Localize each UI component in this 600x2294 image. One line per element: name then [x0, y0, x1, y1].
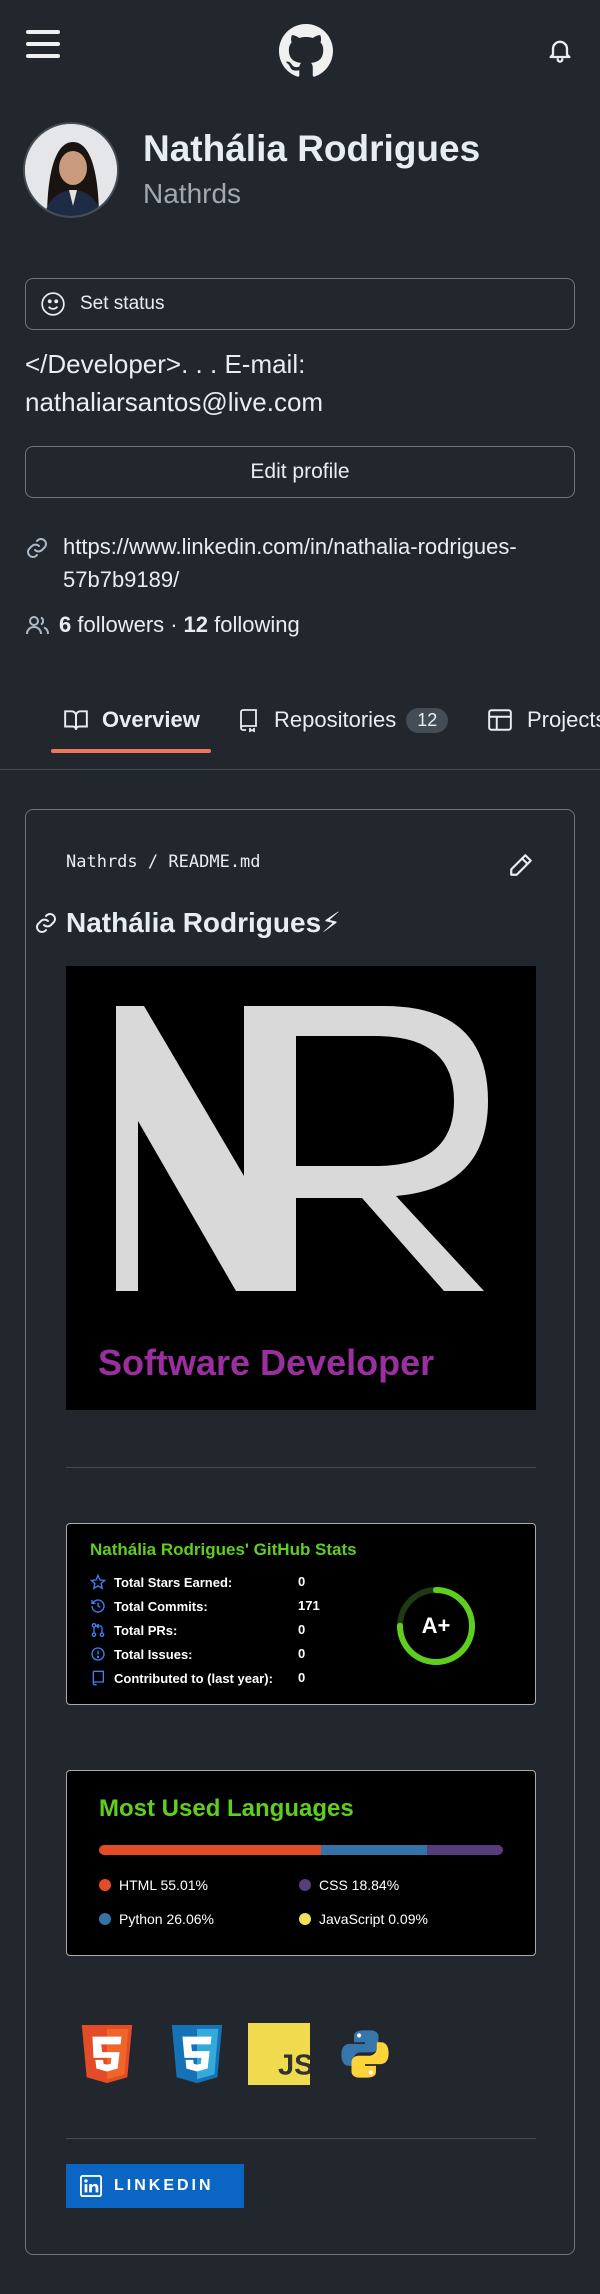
github-stats-card: Nathália Rodrigues' GitHub Stats Total S… — [66, 1523, 536, 1705]
book-icon — [64, 710, 88, 730]
language-dot-html — [99, 1879, 111, 1891]
stat-row-issues: Total Issues: — [90, 1644, 193, 1664]
language-item-python: Python 26.06% — [99, 1911, 214, 1927]
avatar-image — [25, 124, 117, 216]
language-bar-segment — [426, 1845, 503, 1855]
star-icon — [90, 1574, 106, 1590]
issue-icon — [91, 1647, 105, 1661]
top-bar — [0, 0, 600, 100]
languages-bar — [99, 1845, 503, 1855]
readme-path-separator: / — [147, 852, 159, 872]
profile-name: Nathália Rodrigues — [143, 128, 481, 169]
language-bar-segment — [321, 1845, 427, 1855]
notifications-bell-icon[interactable] — [546, 36, 574, 64]
linkedin-badge-label: LINKEDIN — [114, 2177, 214, 2194]
linkedin-badge[interactable]: LINKEDIN — [66, 2164, 244, 2208]
javascript-icon: JS — [248, 2023, 310, 2085]
python-icon — [341, 2030, 389, 2078]
hamburger-menu-icon[interactable] — [26, 30, 60, 64]
stats-title: Nathália Rodrigues' GitHub Stats — [90, 1540, 357, 1559]
readme-path-file[interactable]: README.md — [168, 852, 260, 872]
stat-value-stars: 0 — [298, 1574, 306, 1589]
language-label-html: HTML 55.01% — [119, 1877, 208, 1893]
language-label-python: Python 26.06% — [119, 1911, 214, 1927]
following-label: following — [214, 612, 300, 637]
anchor-link-icon[interactable] — [34, 911, 58, 935]
html5-icon — [81, 2024, 133, 2084]
followers-count: 6 — [59, 612, 72, 637]
tab-overview[interactable]: Overview — [62, 700, 200, 740]
stat-value-commits: 171 — [298, 1598, 320, 1613]
language-dot-css — [299, 1879, 311, 1891]
follow-separator: · — [170, 612, 178, 637]
repo-icon — [240, 709, 257, 733]
language-dot-python — [99, 1913, 111, 1925]
smiley-icon — [41, 292, 65, 316]
language-dot-javascript — [299, 1913, 311, 1925]
github-logo-icon[interactable] — [279, 24, 333, 78]
people-icon — [26, 616, 49, 635]
stat-row-contributed: Contributed to (last year): — [90, 1668, 273, 1688]
repositories-count-badge: 12 — [406, 707, 449, 733]
stat-label-contributed: Contributed to (last year): — [114, 1670, 273, 1686]
most-used-languages-card: Most Used Languages HTML 55.01% CSS 18.8… — [66, 1770, 536, 1956]
stat-row-stars: Total Stars Earned: — [90, 1572, 232, 1592]
following-link[interactable]: 12 following — [184, 612, 300, 638]
active-tab-underline — [51, 749, 211, 753]
readme-divider — [66, 1467, 536, 1468]
readme-card: Nathrds / README.md Nathália Rodrigues⚡ … — [25, 809, 575, 2255]
follow-stats: 6 followers · 12 following — [25, 612, 300, 638]
stat-row-prs: Total PRs: — [90, 1620, 177, 1640]
tab-projects-label: Projects — [527, 707, 600, 732]
link-icon — [27, 538, 47, 558]
nr-banner-image: Software Developer — [66, 966, 536, 1410]
profile-tabs: Overview Repositories 12 Projects — [0, 688, 600, 770]
stat-label-commits: Total Commits: — [114, 1598, 208, 1614]
nr-logo — [116, 1006, 488, 1291]
readme-heading: Nathália Rodrigues⚡ — [34, 906, 341, 939]
tab-repositories[interactable]: Repositories 12 — [236, 700, 449, 740]
history-icon — [91, 1599, 105, 1613]
stat-label-issues: Total Issues: — [114, 1646, 193, 1662]
tab-projects[interactable]: Projects — [487, 700, 600, 740]
profile-bio: </Developer>. . . E-mail: nathaliarsanto… — [25, 349, 324, 417]
language-bar-segment — [99, 1845, 322, 1855]
profile-login: Nathrds — [143, 178, 242, 209]
website-link[interactable]: https://www.linkedin.com/in/nathalia-rod… — [63, 530, 563, 596]
stat-label-prs: Total PRs: — [114, 1622, 178, 1638]
stat-value-prs: 0 — [298, 1622, 306, 1637]
pull-request-icon — [91, 1623, 105, 1637]
language-label-css: CSS 18.84% — [319, 1877, 400, 1893]
stat-value-issues: 0 — [298, 1646, 306, 1661]
language-item-javascript: JavaScript 0.09% — [299, 1911, 428, 1927]
edit-pencil-icon[interactable] — [508, 852, 534, 878]
linkedin-icon — [80, 2175, 102, 2197]
set-status-button[interactable]: Set status — [25, 278, 575, 330]
set-status-label: Set status — [80, 293, 165, 314]
table-icon — [488, 709, 512, 731]
edit-profile-button[interactable]: Edit profile — [25, 446, 575, 498]
language-item-css: CSS 18.84% — [299, 1877, 399, 1893]
tab-overview-label: Overview — [102, 707, 200, 732]
repo-icon — [92, 1670, 104, 1686]
followers-label: followers — [77, 612, 165, 637]
avatar[interactable] — [23, 122, 119, 218]
tab-repositories-label: Repositories — [274, 707, 397, 732]
readme-path: Nathrds / README.md — [66, 852, 261, 872]
language-label-javascript: JavaScript 0.09% — [319, 1911, 428, 1927]
following-count: 12 — [183, 612, 208, 637]
stat-row-commits: Total Commits: — [90, 1596, 208, 1616]
language-item-html: HTML 55.01% — [99, 1877, 208, 1893]
banner-subtitle: Software Developer — [98, 1342, 435, 1383]
readme-path-user[interactable]: Nathrds — [66, 852, 138, 872]
svg-text:JS: JS — [278, 2049, 310, 2081]
followers-link[interactable]: 6 followers — [59, 612, 164, 638]
readme-heading-text: Nathália Rodrigues⚡ — [66, 907, 341, 938]
css3-icon — [171, 2024, 223, 2084]
grade-label: A+ — [421, 1613, 451, 1638]
languages-title: Most Used Languages — [99, 1795, 354, 1822]
stat-label-stars: Total Stars Earned: — [114, 1574, 233, 1590]
readme-divider-bottom — [66, 2138, 536, 2139]
stat-value-contributed: 0 — [298, 1670, 306, 1685]
